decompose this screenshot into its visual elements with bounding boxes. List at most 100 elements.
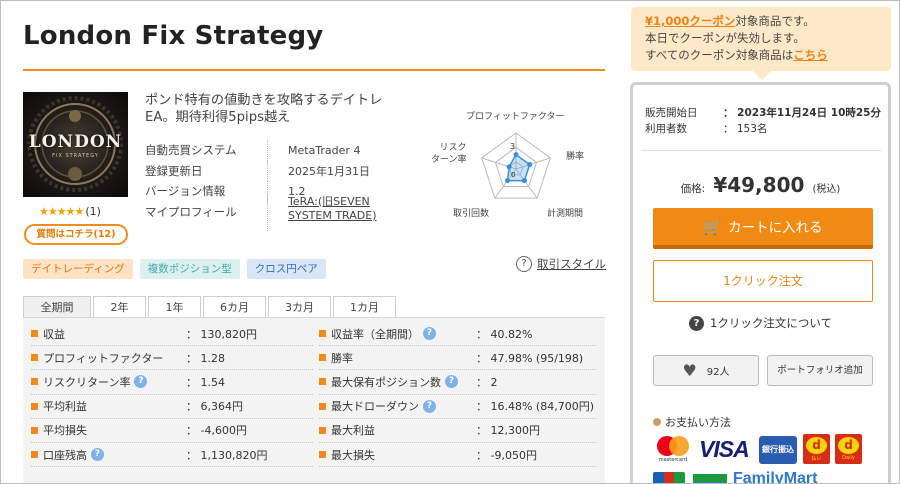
radar-label-period: 計測期間 (547, 209, 584, 219)
tab-2years[interactable]: 2年 (93, 296, 146, 318)
favorite-button[interactable]: ♥ 92人 (653, 355, 759, 386)
tab-all-period[interactable]: 全期間 (23, 296, 91, 318)
help-icon[interactable]: ? (134, 375, 148, 389)
add-to-cart-button[interactable]: 🛒 カートに入れる (653, 208, 873, 249)
review-count[interactable]: (1) (85, 205, 101, 218)
tag-cross-yen[interactable]: クロス円ペア (246, 259, 326, 279)
bullet-icon (31, 402, 38, 410)
payment-methods-title: お支払い方法 (653, 414, 731, 430)
bullet-icon (31, 451, 38, 459)
purchase-box: 販売開始日 ： 2023年11月24日 10時25分 利用者数 ： 153名 価… (630, 82, 891, 483)
bank-transfer-logo: 銀行振込 (759, 436, 797, 464)
stat-label: 最大利益 (331, 422, 476, 438)
radar-label-risk-return: リスク ターン率 (431, 143, 467, 165)
tab-6months[interactable]: 6カ月 (203, 296, 266, 318)
stat-label-text: 最大ドローダウン (331, 400, 419, 414)
stat-value: ： 1.28 (186, 351, 225, 365)
help-icon[interactable]: ? (445, 375, 458, 389)
profile-link[interactable]: TeRA:(旧SEVEN SYSTEM TRADE) (267, 192, 395, 231)
stat-row: 収益率（全期間）?： 40.82% (319, 322, 597, 347)
radar-scale-label: 3 (510, 142, 515, 151)
tag-daytrading[interactable]: デイトレーディング (23, 259, 133, 279)
radar-zero-label: 0 (511, 171, 515, 179)
tab-3months[interactable]: 3カ月 (268, 296, 331, 318)
product-logo: LONDON FIX STRATEGY (23, 92, 128, 197)
stat-label: 平均利益 (43, 398, 186, 414)
stat-row: プロフィットファクター ： 1.28 (31, 346, 313, 371)
stat-value: ： 6,364円 (186, 400, 243, 414)
stat-label: プロフィットファクター (43, 350, 186, 366)
about-one-click-link[interactable]: ? 1クリック注文について (633, 315, 888, 331)
stat-label-text: 勝率 (331, 351, 353, 365)
coupon-line2: 本日でクーポンが失効します。 (645, 31, 805, 45)
logo-text: LONDON (28, 132, 123, 152)
stat-value: ： 1,130,820円 (186, 448, 268, 462)
coupon-notice: ¥1,000クーポン対象商品です。 本日でクーポンが失効します。 すべてのクーポ… (631, 7, 891, 71)
sales-meta: 販売開始日 ： 2023年11月24日 10時25分 利用者数 ： 153名 (645, 105, 885, 137)
stat-label-text: 収益 (43, 327, 65, 341)
coupon-arrow (753, 71, 771, 80)
tab-1year[interactable]: 1年 (148, 296, 201, 318)
favorite-count: 92人 (706, 367, 730, 378)
trade-style-label[interactable]: 取引スタイル (537, 256, 606, 272)
page: London Fix Strategy LONDON FIX STRATEGY … (0, 0, 900, 484)
stat-row: 口座残高?： 1,130,820円 (31, 443, 313, 468)
rating-stars[interactable]: ★★★★★ (1) (39, 205, 101, 218)
help-icon[interactable]: ? (91, 448, 104, 462)
price-label: 価格: (680, 183, 706, 195)
radar-point (521, 178, 527, 184)
bullet-icon (31, 354, 38, 362)
cart-icon: 🛒 (703, 218, 723, 236)
tab-1month[interactable]: 1カ月 (333, 296, 396, 318)
question-icon: ? (689, 315, 704, 331)
stat-label-text: 収益率（全期間） (331, 327, 419, 341)
stat-label: 最大ドローダウン? (331, 398, 476, 414)
d-barai-logo: d 払い (803, 434, 830, 464)
stat-label: 口座残高? (43, 447, 186, 463)
add-portfolio-button[interactable]: ポートフォリオ追加 (767, 355, 873, 386)
period-tabs: 全期間 2年 1年 6カ月 3カ月 1カ月 (23, 296, 398, 318)
radar-point (505, 178, 511, 184)
tag-list: デイトレーディング 複数ポジション型 クロス円ペア (23, 259, 326, 279)
bullet-icon (319, 451, 326, 459)
stats-left-column: 収益： 130,820円 プロフィットファクター： 1.28 リスクリターン率?： … (31, 322, 313, 468)
stat-label: 最大保有ポジション数? (331, 374, 476, 390)
meta-divider (641, 150, 881, 151)
bullet-icon (319, 330, 326, 338)
d-barai-mark: d (806, 437, 827, 454)
stats-panel: 収益： 130,820円 プロフィットファクター： 1.28 リスクリターン率?： … (23, 317, 605, 483)
one-click-order-button[interactable]: 1クリック注文 (653, 260, 873, 302)
stat-value: ： -4,600円 (186, 424, 247, 438)
meta-key: 利用者数 (645, 123, 687, 135)
price-display: 価格: ¥49,800 (税込) (633, 173, 888, 197)
cart-button-label: カートに入れる (728, 220, 823, 236)
ask-question-button[interactable]: 質問はコチラ(12) (24, 224, 128, 245)
spec-row: 自動売買システム MetaTrader 4 (145, 140, 395, 161)
trade-style-link[interactable]: ? 取引スタイル (516, 256, 606, 272)
spec-key: 自動売買システム (145, 143, 237, 158)
help-icon[interactable]: ? (423, 399, 436, 413)
meta-row: 販売開始日 ： 2023年11月24日 10時25分 (645, 105, 885, 121)
daily-yamazaki-logo: d Daily (835, 434, 862, 464)
tag-multi-position[interactable]: 複数ポジション型 (139, 259, 240, 279)
meta-row: 利用者数 ： 153名 (645, 121, 885, 137)
help-icon[interactable]: ? (423, 327, 436, 341)
spec-row: マイプロフィール TeRA:(旧SEVEN SYSTEM TRADE) (145, 192, 395, 231)
stat-label-text: 最大保有ポジション数 (331, 375, 441, 389)
stat-label: 勝率 (331, 350, 476, 366)
stats-right-column: 収益率（全期間）?： 40.82% 勝率： 47.98% (95/198) 最大保有… (319, 322, 597, 468)
spec-key: 登録更新日 (145, 163, 203, 178)
stat-row: 最大利益 ： 12,300円 (319, 419, 597, 443)
bullet-icon (653, 418, 661, 426)
coupon-amount-link[interactable]: ¥1,000クーポン (645, 14, 735, 28)
coupon-items-link[interactable]: こちら (793, 48, 828, 62)
payment-logos: mastercard VISA 銀行振込 d 払い d Daily (653, 434, 873, 474)
stat-row: 最大ドローダウン?： 16.48% (84,700円) (319, 395, 597, 419)
payment-title-label: お支払い方法 (665, 416, 731, 429)
meta-value: ： 153名 (723, 123, 768, 135)
title-divider (23, 69, 605, 71)
page-title: London Fix Strategy (23, 21, 324, 51)
stat-row: 平均損失 ： -4,600円 (31, 419, 313, 443)
stat-value: ： 130,820円 (186, 327, 257, 341)
spec-value: MetaTrader 4 (267, 140, 395, 161)
